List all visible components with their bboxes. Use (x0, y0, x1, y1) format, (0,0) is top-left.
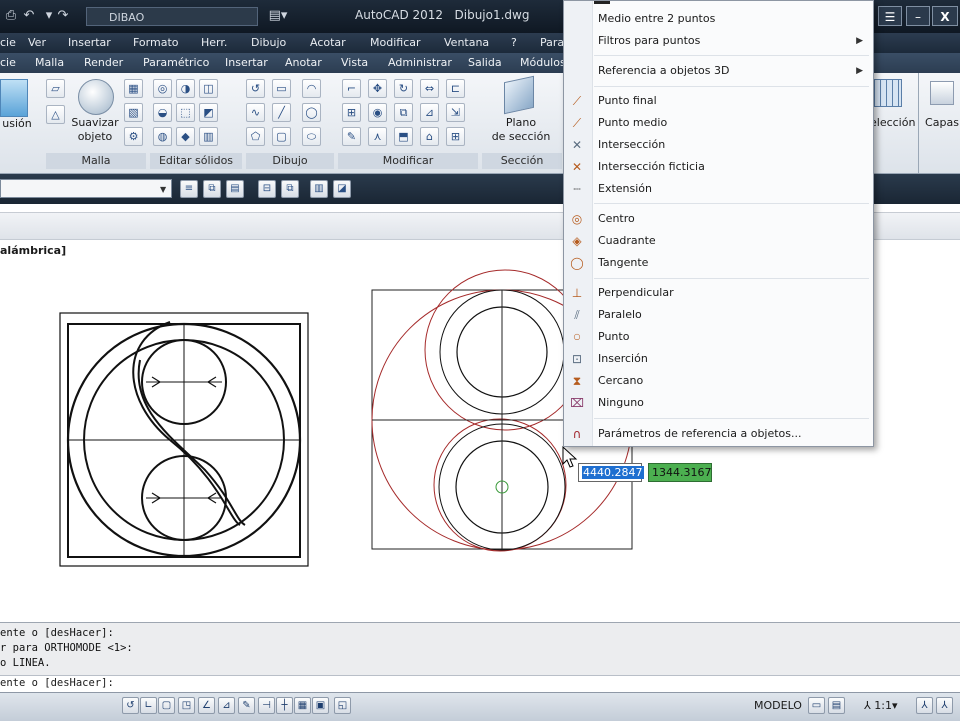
perpendicular-icon: ⊥ (571, 286, 583, 300)
annotation-scale-icon: ⅄ (864, 699, 871, 712)
apparent-intersection-icon: ✕ (571, 160, 583, 174)
annotation-monitor-icon[interactable]: ◱ (334, 697, 351, 714)
menu-item-osnap-settings[interactable]: ∩ Parámetros de referencia a objetos... (564, 424, 873, 444)
polar-tracking-icon[interactable]: ↺ (122, 697, 139, 714)
menu-item-tangent[interactable]: ◯ Tangente (564, 253, 873, 273)
menu-item-midpoint[interactable]: ⟋ Punto medio (564, 113, 873, 133)
menu-item-intersection[interactable]: ✕ Intersección (564, 135, 873, 155)
coord-x-value: 4440.2847 (582, 466, 644, 479)
otrack-icon[interactable]: ∠ (198, 697, 215, 714)
quick-properties-icon[interactable]: ▦ (294, 697, 311, 714)
annotation-scale[interactable]: ⅄ 1:1▾ (864, 699, 897, 712)
menu-item-apparent-intersection[interactable]: ✕ Intersección ficticia (564, 157, 873, 177)
menu-item-center[interactable]: ◎ Centro (564, 209, 873, 229)
coord-x-box[interactable]: 4440.2847 (578, 463, 644, 482)
nearest-icon: ⧗ (572, 374, 582, 388)
midpoint-icon: ⟋ (572, 116, 582, 130)
menu-item-point-filters[interactable]: Filtros para puntos ▶ (564, 31, 873, 51)
dynamic-input-icon[interactable]: ✎ (238, 697, 255, 714)
menu-separator (594, 418, 869, 419)
menu-top-remnant (594, 1, 610, 4)
menu-item-extension[interactable]: ┈ Extensión (564, 179, 873, 199)
node-icon: ○ (573, 332, 581, 341)
3d-osnap-icon[interactable]: ◳ (178, 697, 195, 714)
command-input[interactable]: ente o [desHacer]: (0, 675, 960, 693)
endpoint-icon: ⟋ (572, 94, 582, 108)
quick-view-drawings-icon[interactable]: ▤ (828, 697, 845, 714)
osnap-icon[interactable]: ▢ (158, 697, 175, 714)
submenu-arrow-icon: ▶ (856, 66, 863, 76)
menu-item-mid-between-points[interactable]: Medio entre 2 puntos (564, 9, 873, 29)
tangent-icon: ◯ (570, 256, 584, 270)
menu-separator (594, 55, 869, 56)
command-line: ente o [desHacer]: r para ORTHOMODE <1>:… (0, 622, 960, 693)
left-figure (59, 312, 309, 567)
quadrant-icon: ◈ (572, 234, 582, 248)
object-snap-menu: Medio entre 2 puntos Filtros para puntos… (563, 0, 874, 447)
menu-separator (594, 278, 869, 279)
intersection-icon: ✕ (571, 138, 583, 152)
menu-item-endpoint[interactable]: ⟋ Punto final (564, 91, 873, 111)
menu-item-parallel[interactable]: ⫽ Paralelo (564, 305, 873, 325)
none-icon: ⌧ (570, 396, 584, 410)
mouse-cursor (562, 445, 578, 468)
ducs-icon[interactable]: ⊿ (218, 697, 235, 714)
menu-item-node[interactable]: ○ Punto (564, 327, 873, 347)
quick-view-layouts-icon[interactable]: ▭ (808, 697, 825, 714)
selection-cycling-icon[interactable]: ▣ (312, 697, 329, 714)
menu-separator (594, 86, 869, 87)
insertion-icon: ⊡ (571, 352, 583, 366)
model-space-label[interactable]: MODELO (754, 699, 802, 712)
annotation-visibility-icon[interactable]: ⅄ (916, 697, 933, 714)
coord-y-box[interactable]: 1344.3167 (648, 463, 712, 482)
coord-y-value: 1344.3167 (652, 466, 712, 479)
lineweight-icon[interactable]: ⊣ (258, 697, 275, 714)
menu-item-quadrant[interactable]: ◈ Cuadrante (564, 231, 873, 251)
osnap-settings-icon: ∩ (572, 427, 582, 441)
command-prompt: ente o [desHacer]: (0, 677, 114, 689)
submenu-arrow-icon: ▶ (856, 36, 863, 46)
menu-item-perpendicular[interactable]: ⊥ Perpendicular (564, 283, 873, 303)
red-upper-circle (424, 269, 586, 431)
menu-item-none[interactable]: ⌧ Ninguno (564, 393, 873, 413)
menu-item-nearest[interactable]: ⧗ Cercano (564, 371, 873, 391)
ortho-icon[interactable]: ∟ (140, 697, 157, 714)
command-history-line: o LINEA. (0, 657, 51, 669)
extension-icon: ┈ (573, 182, 581, 196)
center-icon: ◎ (571, 212, 583, 226)
command-history-line: ente o [desHacer]: (0, 627, 114, 639)
parallel-icon: ⫽ (574, 308, 580, 322)
status-bar: ↺ ∟ ▢ ◳ ∠ ⊿ ✎ ⊣ ┼ ▦ ▣ ◱ MODELO ▭ ▤ ⅄ 1:1… (0, 692, 960, 721)
menu-separator (594, 203, 869, 204)
menu-item-insertion[interactable]: ⊡ Inserción (564, 349, 873, 369)
transparency-icon[interactable]: ┼ (276, 697, 293, 714)
command-history-line: r para ORTHOMODE <1>: (0, 642, 133, 654)
auto-scale-icon[interactable]: ⅄ (936, 697, 953, 714)
menu-item-3d-osnap[interactable]: Referencia a objetos 3D ▶ (564, 61, 873, 81)
